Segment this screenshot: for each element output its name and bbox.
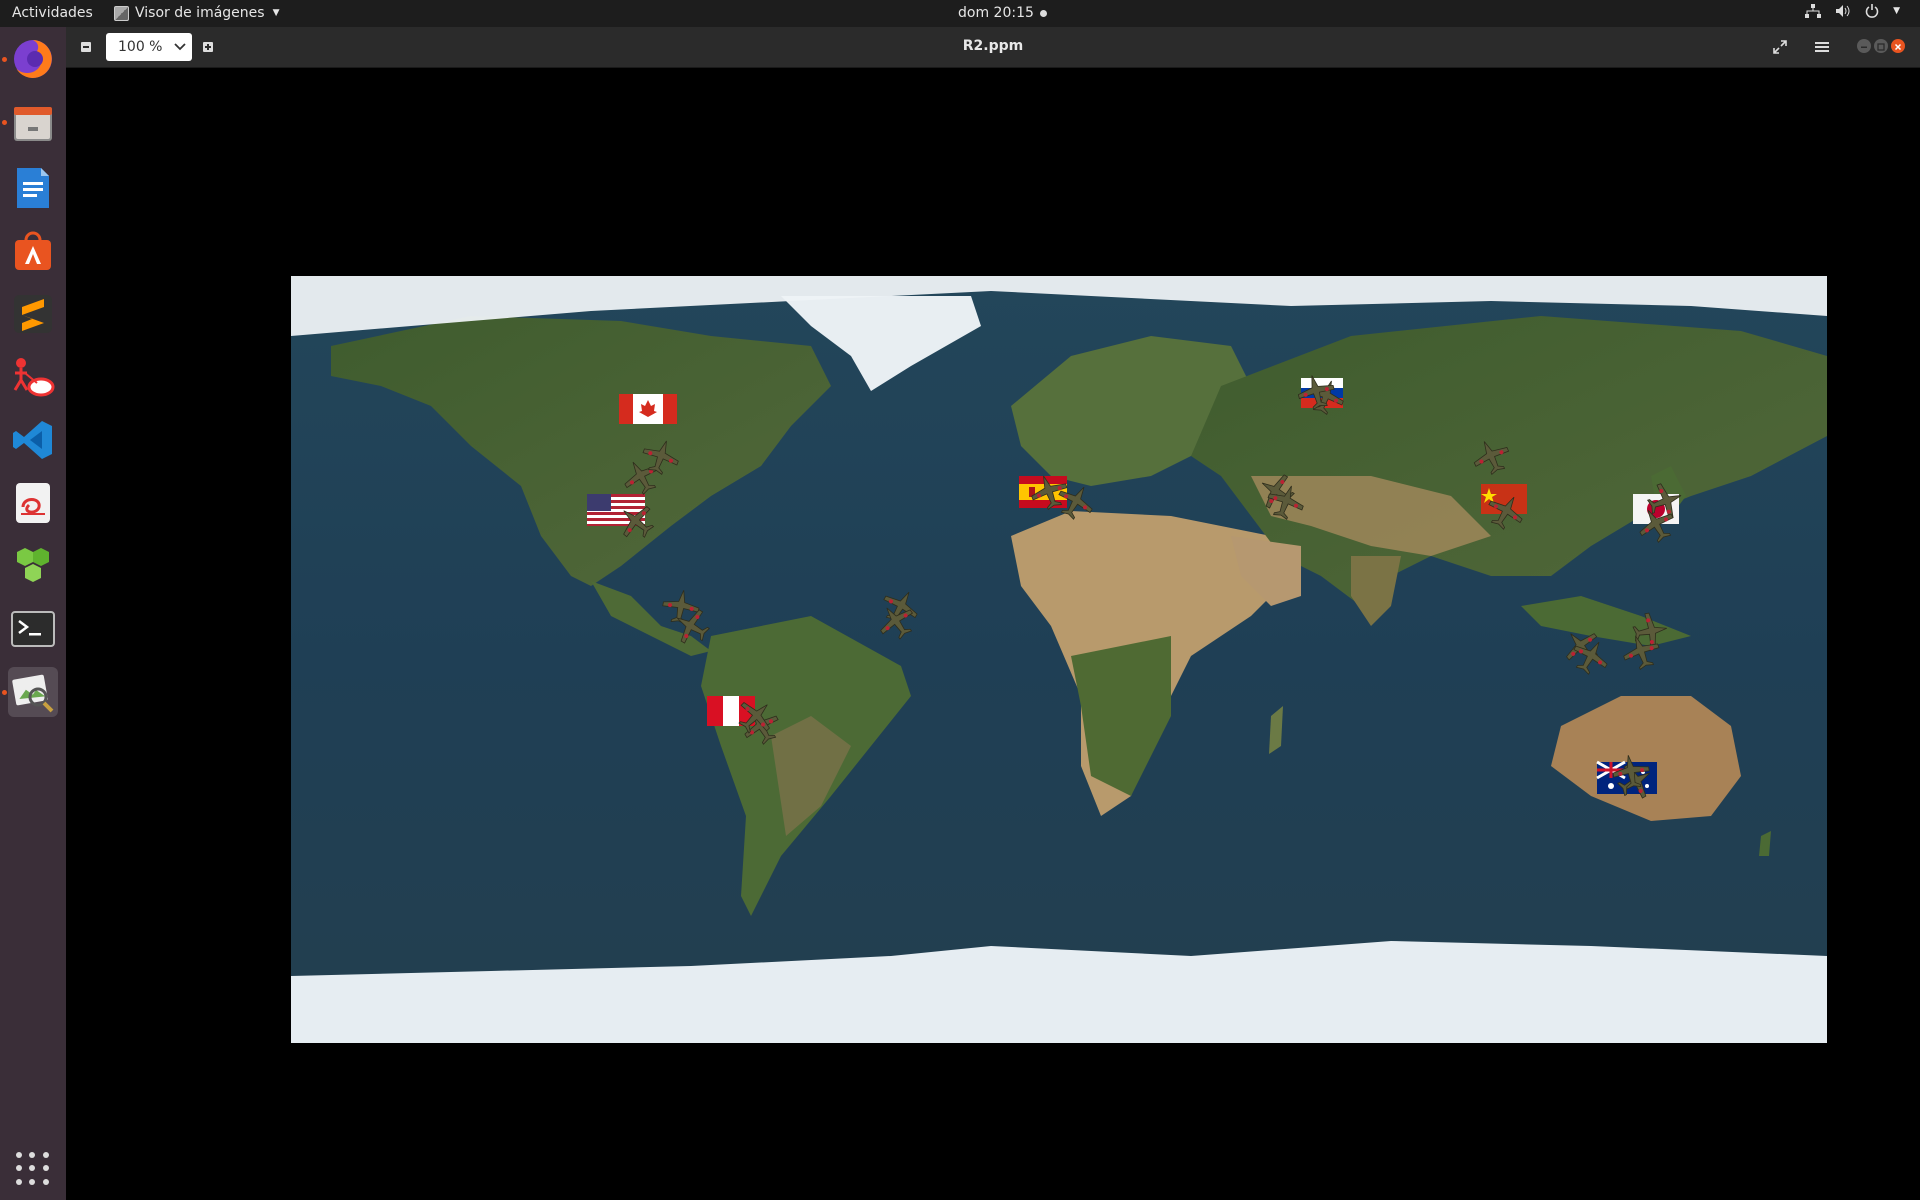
system-menu[interactable]: ▼ — [1805, 4, 1900, 18]
maximize-button[interactable] — [1874, 39, 1888, 53]
running-indicator — [2, 690, 7, 695]
minus-icon — [81, 42, 91, 52]
running-indicator — [2, 120, 7, 125]
vscode-icon — [13, 421, 52, 459]
app-menu-label: Visor de imágenes — [135, 5, 265, 21]
zoom-out-button[interactable] — [74, 35, 98, 59]
dock-terminal[interactable] — [8, 604, 58, 654]
running-indicator — [2, 57, 7, 62]
show-apps-button[interactable] — [16, 1152, 50, 1186]
power-icon — [1865, 4, 1879, 18]
notification-dot-icon — [1039, 9, 1047, 17]
dock-software[interactable] — [8, 226, 58, 276]
image-viewer-window: 100 % R2.ppm — [66, 27, 1920, 1200]
image-viewer-small-icon — [114, 5, 129, 21]
zoom-value[interactable]: 100 % — [106, 39, 168, 55]
close-icon — [1894, 43, 1902, 51]
terminal-icon — [11, 611, 55, 647]
close-button[interactable] — [1891, 39, 1905, 53]
zoom-combo[interactable]: 100 % — [106, 33, 192, 61]
dock-writer[interactable] — [8, 163, 58, 213]
clock[interactable]: dom 20:15 — [958, 5, 1047, 21]
dock-firefox[interactable] — [8, 34, 58, 84]
menu-button[interactable] — [1810, 35, 1834, 59]
maximize-icon — [1877, 43, 1885, 51]
window-title: R2.ppm — [962, 38, 1024, 54]
chevron-down-icon: ▼ — [1893, 6, 1900, 16]
dock-image-viewer[interactable] — [8, 667, 58, 717]
files-icon — [14, 107, 52, 141]
apps-grid-icon — [16, 1152, 22, 1158]
world-map-image[interactable] — [291, 276, 1827, 1043]
hamburger-menu-icon — [1815, 42, 1829, 52]
firefox-icon — [14, 40, 52, 78]
minimize-button[interactable] — [1857, 39, 1871, 53]
app-menu[interactable]: Visor de imágenes ▼ — [114, 5, 279, 21]
dock-files[interactable] — [8, 98, 58, 148]
plus-icon — [203, 42, 213, 52]
minimize-icon — [1861, 46, 1867, 48]
volume-icon — [1835, 4, 1851, 18]
network-icon — [1805, 4, 1822, 18]
activities-button[interactable]: Actividades — [12, 5, 93, 21]
chevron-down-icon[interactable] — [168, 39, 192, 55]
fullscreen-icon — [1773, 40, 1787, 54]
top-bar: Actividades Visor de imágenes ▼ dom 20:1… — [0, 0, 1920, 27]
writer-icon — [17, 168, 49, 208]
dock-sublime[interactable] — [8, 289, 58, 339]
sublime-icon — [14, 295, 52, 333]
green-app-icon — [17, 548, 49, 582]
software-icon — [15, 231, 51, 270]
dock — [0, 27, 66, 1200]
document-viewer-icon — [16, 483, 50, 523]
dock-green-app[interactable] — [8, 541, 58, 591]
dock-document-viewer[interactable] — [8, 478, 58, 528]
header-bar: 100 % R2.ppm — [66, 27, 1920, 68]
flag-canada — [619, 394, 677, 424]
fullscreen-button[interactable] — [1768, 35, 1792, 59]
chevron-down-icon: ▼ — [272, 8, 280, 18]
dock-red-app[interactable] — [8, 352, 58, 402]
red-app-icon — [13, 358, 55, 397]
clock-label: dom 20:15 — [958, 5, 1034, 21]
image-viewer-icon — [12, 674, 54, 713]
zoom-in-button[interactable] — [196, 35, 220, 59]
dock-vscode[interactable] — [8, 415, 58, 465]
